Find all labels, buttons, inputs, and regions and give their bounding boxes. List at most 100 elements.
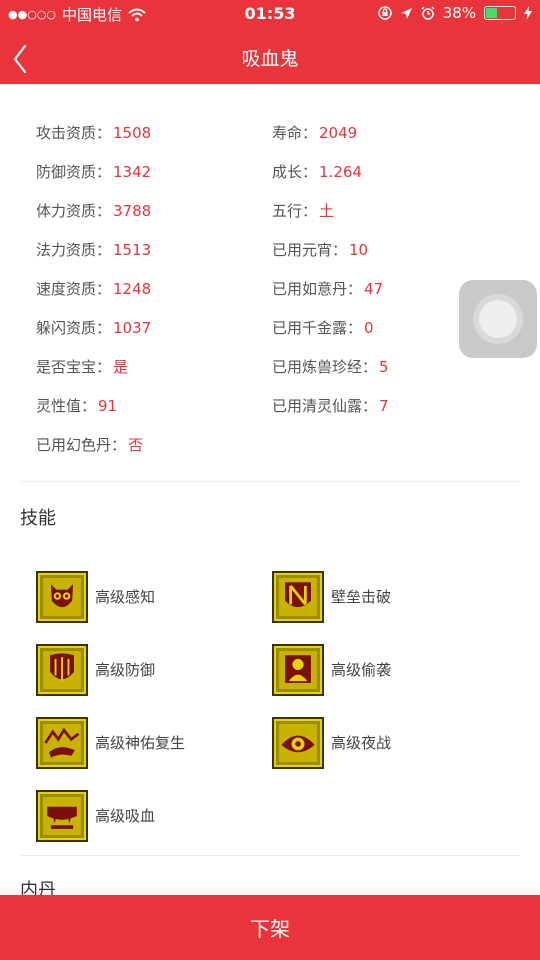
attribute-value: 1037	[113, 319, 152, 337]
attribute-label: 法力资质：	[36, 241, 112, 259]
skill-row: 高级防御 高级偷袭	[36, 633, 516, 706]
attribute-value: 47	[364, 280, 384, 298]
attribute-label: 防御资质：	[36, 163, 112, 181]
attribute-item: 已用炼兽珍经： 5	[272, 356, 508, 377]
skill-name: 高级感知	[95, 588, 156, 606]
eye-icon	[272, 716, 324, 769]
attribute-item: 体力资质： 3788	[36, 200, 272, 221]
attribute-label: 五行：	[272, 202, 318, 220]
attribute-row: 防御资质： 1342 成长： 1.264	[36, 152, 516, 191]
attribute-label: 已用如意丹：	[272, 280, 363, 298]
attribute-item: 已用元宵： 10	[272, 239, 508, 260]
skill-name: 高级夜战	[331, 734, 392, 752]
skill-item[interactable]: 高级夜战	[272, 716, 508, 769]
attribute-item: 灵性值： 91	[36, 395, 272, 416]
divider	[20, 855, 520, 856]
status-bar: ●●○○○ 中国电信 01:53 38%	[0, 0, 540, 28]
attribute-row: 已用幻色丹：否	[36, 425, 516, 464]
revive-icon	[36, 716, 88, 769]
attribute-label: 躲闪资质：	[36, 319, 112, 337]
assistive-touch-center	[479, 300, 517, 338]
skill-item[interactable]: 高级感知	[36, 570, 272, 623]
attribute-label: 已用千金露：	[272, 319, 363, 337]
attribute-item: 已用幻色丹：否	[36, 434, 272, 455]
attribute-row: 法力资质： 1513 已用元宵： 10	[36, 230, 516, 269]
attribute-row: 体力资质： 3788 五行：土	[36, 191, 516, 230]
attribute-item: 五行：土	[272, 200, 508, 221]
skill-item[interactable]: 高级防御	[36, 643, 272, 696]
attribute-item: 已用清灵仙露： 7	[272, 395, 508, 416]
attribute-row: 速度资质： 1248 已用如意丹： 47	[36, 269, 516, 308]
attribute-label: 灵性值：	[36, 397, 97, 415]
attribute-value: 否	[128, 436, 144, 454]
battery-level	[486, 8, 497, 18]
skill-name: 高级偷袭	[331, 661, 392, 679]
skills-section-title: 技能	[20, 508, 56, 529]
skill-row: 高级感知 壁垒击破	[36, 560, 516, 633]
skill-row: 高级吸血	[36, 779, 516, 852]
attribute-row: 躲闪资质： 1037 已用千金露： 0	[36, 308, 516, 347]
attribute-value: 土	[319, 202, 335, 220]
attribute-item: 成长： 1.264	[272, 161, 508, 182]
attribute-list: 攻击资质： 1508 寿命： 2049 防御资质： 1342 成长： 1.264 体力资质： 37…	[36, 113, 516, 464]
location-icon	[400, 7, 412, 19]
attribute-label: 已用元宵：	[272, 241, 348, 259]
assistive-touch-button[interactable]	[459, 280, 537, 358]
battery-percent: 38%	[442, 4, 476, 22]
attribute-label: 攻击资质：	[36, 124, 112, 142]
attribute-value: 5	[379, 358, 389, 376]
attribute-item: 躲闪资质： 1037	[36, 317, 272, 338]
attribute-item: 防御资质： 1342	[36, 161, 272, 182]
attribute-value: 1513	[113, 241, 152, 259]
attribute-label: 成长：	[272, 163, 318, 181]
attribute-value: 7	[379, 397, 389, 415]
attribute-value: 1248	[113, 280, 152, 298]
attribute-value: 1508	[113, 124, 152, 142]
attribute-row: 灵性值： 91 已用清灵仙露： 7	[36, 386, 516, 425]
alarm-icon	[421, 6, 435, 20]
rotation-lock-icon	[377, 6, 392, 20]
attribute-label: 体力资质：	[36, 202, 112, 220]
skill-item[interactable]: 高级偷袭	[272, 643, 508, 696]
nav-bar: 吸血鬼	[0, 28, 540, 84]
shield-icon	[36, 643, 88, 696]
attribute-value: 91	[98, 397, 118, 415]
battery-icon	[484, 6, 516, 20]
attribute-label: 速度资质：	[36, 280, 112, 298]
skill-name: 高级吸血	[95, 807, 156, 825]
attribute-label: 已用幻色丹：	[36, 436, 127, 454]
attribute-value: 1.264	[319, 163, 362, 181]
shield-break-icon	[272, 570, 324, 623]
vampire-icon	[36, 789, 88, 842]
skill-name: 壁垒击破	[331, 588, 392, 606]
attribute-row: 攻击资质： 1508 寿命： 2049	[36, 113, 516, 152]
attribute-label: 是否宝宝：	[36, 358, 112, 376]
attribute-item: 寿命： 2049	[272, 122, 508, 143]
skill-item[interactable]: 高级神佑复生	[36, 716, 272, 769]
delist-button[interactable]: 下架	[0, 895, 540, 960]
attribute-item: 攻击资质： 1508	[36, 122, 272, 143]
skill-list: 高级感知 壁垒击破高级防御 高级偷袭高级神佑复生 高级夜战高级吸血	[36, 560, 516, 852]
skill-name: 高级神佑复生	[95, 734, 186, 752]
attribute-value: 10	[349, 241, 369, 259]
attribute-row: 是否宝宝：是已用炼兽珍经： 5	[36, 347, 516, 386]
attribute-value: 0	[364, 319, 374, 337]
divider	[20, 481, 520, 482]
attribute-value: 1342	[113, 163, 152, 181]
attribute-label: 寿命：	[272, 124, 318, 142]
skill-item[interactable]: 高级吸血	[36, 789, 272, 842]
attribute-item: 法力资质： 1513	[36, 239, 272, 260]
attribute-value: 3788	[113, 202, 152, 220]
attribute-label: 已用炼兽珍经：	[272, 358, 378, 376]
skill-row: 高级神佑复生 高级夜战	[36, 706, 516, 779]
attribute-value: 2049	[319, 124, 358, 142]
sneak-attack-icon	[272, 643, 324, 696]
charging-icon	[524, 6, 532, 20]
attribute-item: 是否宝宝：是	[36, 356, 272, 377]
attribute-value: 是	[113, 358, 129, 376]
skill-item[interactable]: 壁垒击破	[272, 570, 508, 623]
page-title: 吸血鬼	[241, 48, 299, 70]
skill-name: 高级防御	[95, 661, 156, 679]
attribute-item: 速度资质： 1248	[36, 278, 272, 299]
attribute-label: 已用清灵仙露：	[272, 397, 378, 415]
